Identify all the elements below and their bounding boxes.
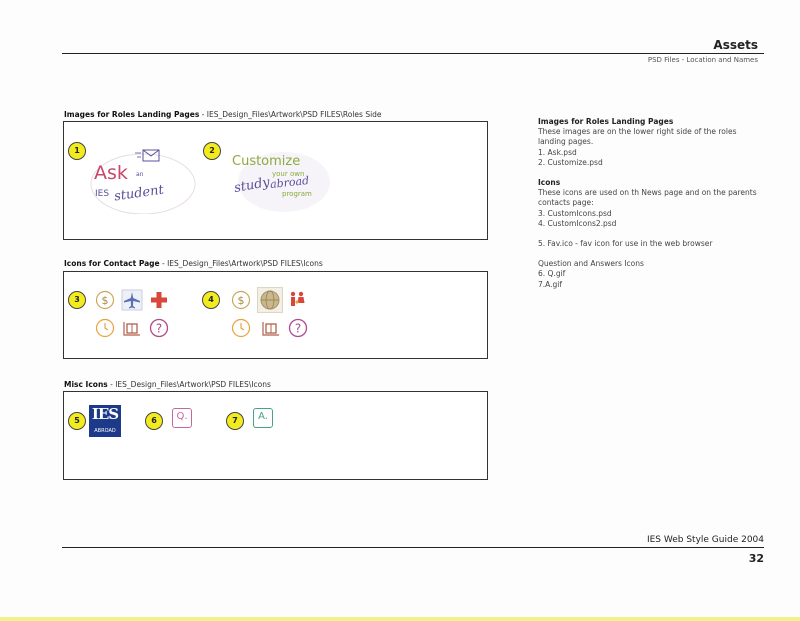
medical-cross-icon [151,292,167,308]
page-subtitle: PSD Files - Location and Names [647,56,758,64]
ies-logo-bottom: ABROAD [94,428,116,434]
question-icon: ? [149,318,169,338]
q-icon: Q. [172,408,192,428]
marker-6: 6 [145,412,163,430]
roles-images-box: 1 Ask an IES student 2 Customize your ow… [63,121,488,240]
section-heading: Misc Icons [64,380,108,389]
misc-icons-box: 5 IES ABROAD 6 Q. 7 A. [63,391,488,480]
notes-roles-text: These images are on the lower right side… [538,127,737,147]
globe-icon [257,287,283,313]
section-path: - IES_Design_Files\Artwork\PSD FILES\Rol… [199,110,382,119]
ies-logo-top: IES [91,405,119,423]
marker-4: 4 [202,291,220,309]
section-path: - IES_Design_Files\Artwork\PSD FILES\Ico… [107,380,271,389]
notes-icons-item: 4. CustomIcons2.psd [538,218,617,228]
luggage-cart-icon [123,322,140,336]
notes-roles-heading: Images for Roles Landing Pages [538,117,674,126]
notes-qa-heading: Question and Answers Icons [538,259,644,269]
a-icon: A. [253,408,273,428]
page-title: Assets [713,38,758,52]
notes-icons-heading: Icons [538,178,561,188]
notes-qa-item: 6. Q.gif [538,269,566,279]
airplane-icon [121,289,143,311]
notes-roles-item: 1. Ask.psd [538,147,577,157]
ask-word: Ask [94,162,128,184]
ies-abroad-logo: IES ABROAD [89,405,121,437]
bottom-accent-bar [0,617,800,621]
header-rule [62,53,764,54]
notes-icons-text: These icons are used on th News page and… [538,188,757,208]
notes-fav-text: 5. Fav.ico - fav icon for use in the web… [538,239,713,249]
notes-panel: Images for Roles Landing Pages These ima… [538,117,758,290]
customize-image: Customize your own study abroad program [224,148,334,218]
marker-7: 7 [226,412,244,430]
section-heading: Images for Roles Landing Pages [64,110,200,119]
a-glyph: A. [258,411,268,422]
notes-qa-item: 7.A.gif [538,279,563,289]
marker-3: 3 [68,291,86,309]
family-icon [290,291,305,306]
contact-icons-box: 3 $ ? 4 $ ? [63,271,488,359]
luggage-cart-icon [262,322,279,336]
dollar-icon: $ [95,290,115,310]
footer-rule [62,547,764,548]
question-glyph: ? [295,322,301,336]
section-title-contact: Icons for Contact Page - IES_Design_File… [64,259,323,268]
ask-an: an [136,171,144,178]
customize-program: program [282,190,312,198]
question-icon: ? [288,318,308,338]
marker-1: 1 [68,142,86,160]
section-path: - IES_Design_Files\Artwork\PSD FILES\Ico… [159,259,323,268]
notes-icons-item: 3. CustomIcons.psd [538,208,612,218]
q-glyph: Q. [176,411,188,422]
dollar-glyph: $ [238,294,245,307]
marker-5: 5 [68,412,86,430]
dollar-icon: $ [231,290,251,310]
ask-ies: IES [95,189,110,199]
section-title-misc: Misc Icons - IES_Design_Files\Artwork\PS… [64,380,271,389]
notes-roles-item: 2. Customize.psd [538,157,603,167]
section-heading: Icons for Contact Page [64,259,160,268]
clock-icon [95,318,115,338]
clock-icon [231,318,251,338]
question-glyph: ? [156,322,162,336]
dollar-glyph: $ [102,294,109,307]
section-title-roles: Images for Roles Landing Pages - IES_Des… [64,110,382,119]
page-number: 32 [748,552,764,565]
marker-2: 2 [203,142,221,160]
customize-word: Customize [232,154,301,169]
ask-image: Ask an IES student [88,144,198,215]
footer-title: IES Web Style Guide 2004 [646,535,764,545]
